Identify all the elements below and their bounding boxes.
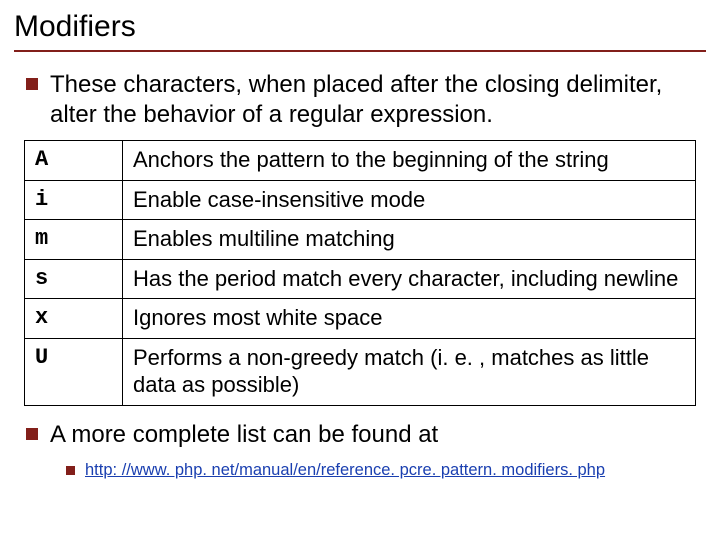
bullet-icon xyxy=(66,466,75,475)
sub-bullet-text: http: //www. php. net/manual/en/referenc… xyxy=(85,460,605,481)
table-row: U Performs a non-greedy match (i. e. , m… xyxy=(25,338,696,405)
sub-bullet: http: //www. php. net/manual/en/referenc… xyxy=(14,460,706,481)
description-cell: Performs a non-greedy match (i. e. , mat… xyxy=(123,338,696,405)
table-row: m Enables multiline matching xyxy=(25,220,696,260)
table-row: x Ignores most white space xyxy=(25,299,696,339)
bullet-outro-block: A more complete list can be found at htt… xyxy=(14,420,706,481)
bullet-intro: These characters, when placed after the … xyxy=(14,70,706,130)
modifiers-table: A Anchors the pattern to the beginning o… xyxy=(24,140,696,406)
page-title: Modifiers xyxy=(14,8,706,52)
table-row: s Has the period match every character, … xyxy=(25,259,696,299)
modifier-cell: A xyxy=(25,141,123,181)
description-cell: Anchors the pattern to the beginning of … xyxy=(123,141,696,181)
modifier-cell: x xyxy=(25,299,123,339)
modifier-cell: U xyxy=(25,338,123,405)
description-cell: Enables multiline matching xyxy=(123,220,696,260)
bullet-intro-text: These characters, when placed after the … xyxy=(50,70,700,130)
modifier-cell: i xyxy=(25,180,123,220)
bullet-outro-text: A more complete list can be found at xyxy=(50,420,438,450)
table-row: i Enable case-insensitive mode xyxy=(25,180,696,220)
slide: Modifiers These characters, when placed … xyxy=(0,0,720,540)
description-cell: Enable case-insensitive mode xyxy=(123,180,696,220)
modifier-cell: m xyxy=(25,220,123,260)
bullet-icon xyxy=(26,428,38,440)
reference-link[interactable]: http: //www. php. net/manual/en/referenc… xyxy=(85,461,605,479)
description-cell: Has the period match every character, in… xyxy=(123,259,696,299)
bullet-outro: A more complete list can be found at xyxy=(14,420,706,450)
modifier-cell: s xyxy=(25,259,123,299)
bullet-icon xyxy=(26,78,38,90)
description-cell: Ignores most white space xyxy=(123,299,696,339)
table-row: A Anchors the pattern to the beginning o… xyxy=(25,141,696,181)
